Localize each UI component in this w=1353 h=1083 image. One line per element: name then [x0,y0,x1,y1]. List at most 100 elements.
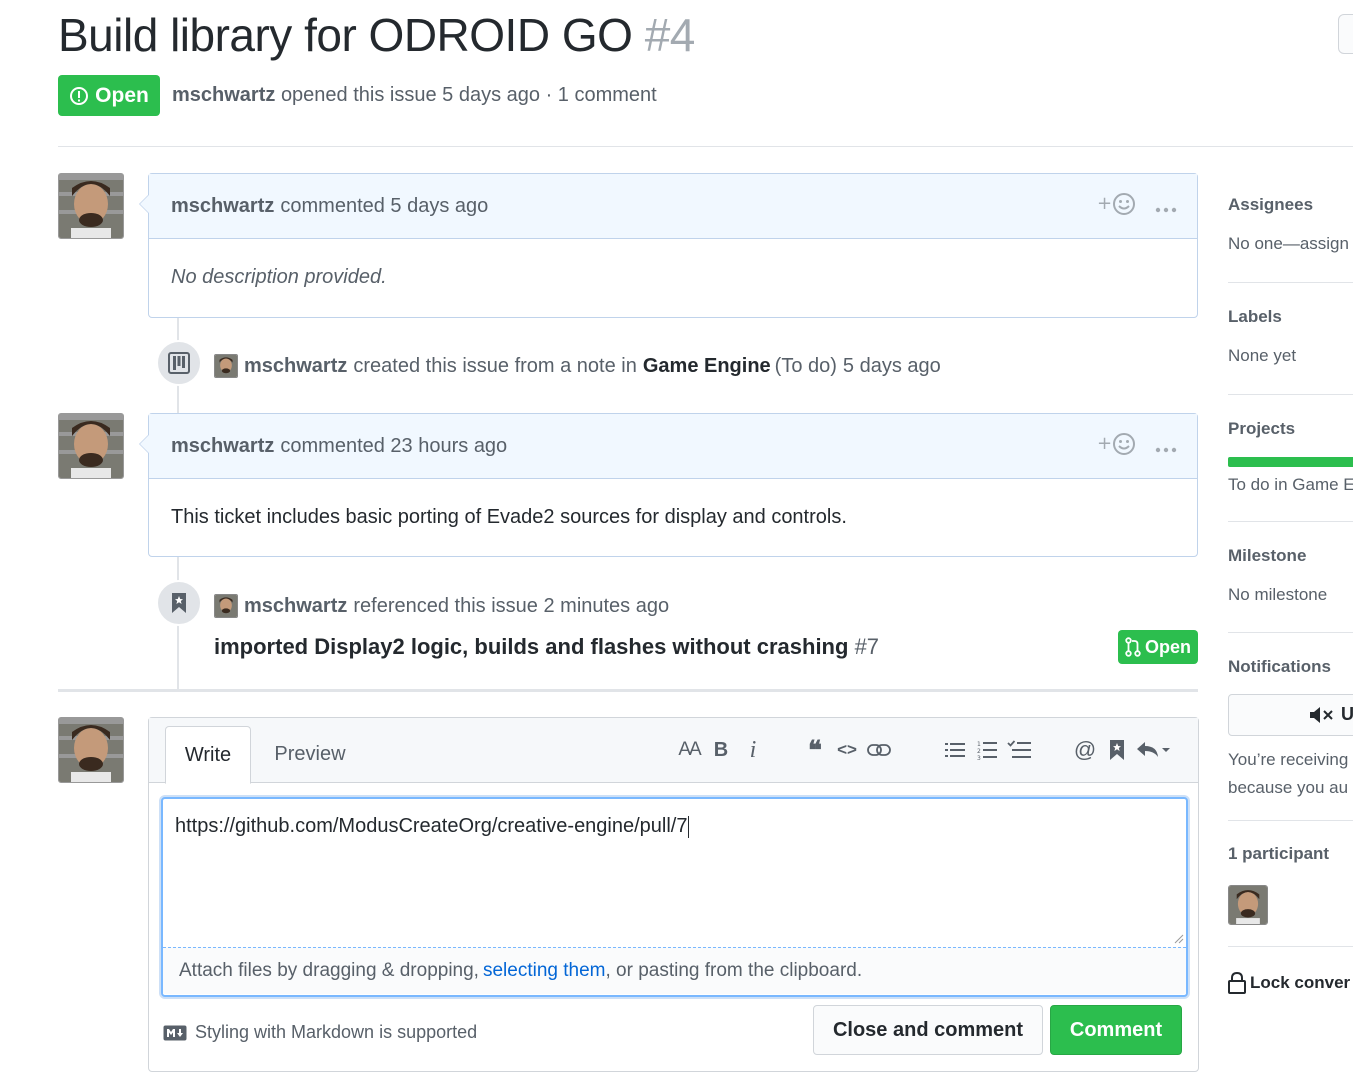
svg-text:1: 1 [977,741,981,748]
header-icon: AA [678,739,701,760]
comment-author[interactable]: mschwartz [171,195,274,218]
comment-meta[interactable]: commented 23 hours ago [280,435,507,458]
more-options-icon[interactable] [1155,436,1177,459]
mention-button[interactable]: @ [1069,734,1101,766]
project-link[interactable]: Game Engine [643,355,771,378]
quote-icon: ❝ [808,734,822,765]
event-user[interactable]: mschwartz [244,595,347,618]
select-files-link[interactable]: selecting them [483,960,606,982]
code-icon: <> [837,740,857,759]
issue-title: Build library for ODROID GO [58,9,633,61]
sidebar-divider [1228,632,1353,633]
reference-button[interactable] [1101,734,1133,766]
ordered-list-icon: 123 [977,741,997,760]
sidebar-participants: 1 participant [1228,844,1353,864]
avatar[interactable] [58,173,124,239]
link-icon [867,744,891,756]
lock-conversation-label: Lock conver [1250,973,1351,992]
comment-author[interactable]: mschwartz [171,435,274,458]
comment-button[interactable]: Comment [1050,1005,1182,1055]
add-reaction-icon[interactable]: + [1097,432,1137,462]
sidebar-labels: Labels None yet [1228,307,1353,366]
bold-button[interactable]: B [705,734,737,766]
markdown-note-text[interactable]: Styling with Markdown is supported [195,1022,477,1043]
issue-state-badge: Open [58,75,160,116]
text-style-toolbar: AA B i [673,732,769,768]
close-and-comment-button[interactable]: Close and comment [813,1005,1043,1055]
timeline-badge [156,340,202,386]
lock-conversation-link[interactable]: Lock conver [1228,972,1353,994]
notifications-title: Notifications [1228,657,1331,676]
add-reaction-icon[interactable]: + [1097,192,1137,222]
comment-header: mschwartz commented 23 hours ago + [139,414,1197,479]
attach-prefix: Attach files by dragging & dropping, [179,960,479,981]
code-button[interactable]: <> [831,734,863,766]
quote-button[interactable]: ❝ [799,734,831,766]
markdown-note: Styling with Markdown is supported [163,1022,477,1043]
misc-toolbar: @ [1069,732,1173,768]
page-title: Build library for ODROID GO #4 [58,8,695,62]
assignees-title[interactable]: Assignees [1228,195,1353,215]
pull-request-icon [1125,637,1141,657]
attach-suffix: , or pasting from the clipboard. [605,960,863,981]
header-action-button[interactable] [1338,14,1353,54]
pr-title-link[interactable]: imported Display2 logic, builds and flas… [214,634,848,659]
participant-avatar[interactable] [1228,885,1268,925]
milestone-value: No milestone [1228,585,1328,604]
avatar[interactable] [58,413,124,479]
participants-title: 1 participant [1228,844,1330,863]
notification-reason: You’re receiving because you au [1228,746,1353,802]
saved-replies-button[interactable] [1133,734,1173,766]
pr-number[interactable]: #7 [855,634,879,659]
unsubscribe-button[interactable]: U [1228,694,1353,736]
insert-toolbar: ❝ <> [799,732,895,768]
tab-write[interactable]: Write [165,726,251,784]
comment-meta[interactable]: commented 5 days ago [280,195,488,218]
event-time[interactable]: 5 days ago [843,355,941,378]
unsubscribe-label: U [1341,704,1353,724]
event-user[interactable]: mschwartz [244,355,347,378]
sidebar-projects: Projects To do in Game E [1228,419,1353,495]
unordered-list-button[interactable] [939,734,971,766]
mention-icon: @ [1073,737,1097,762]
comment-body: No description provided. [171,265,387,288]
comment-body: This ticket includes basic porting of Ev… [171,505,847,528]
comment-header: mschwartz commented 5 days ago + [139,174,1197,239]
sidebar-divider [1228,394,1353,395]
avatar[interactable] [214,354,238,378]
milestone-title[interactable]: Milestone [1228,546,1353,566]
task-list-icon [1007,740,1031,758]
svg-text:+: + [1097,193,1112,214]
more-options-icon[interactable] [1155,196,1177,219]
task-list-button[interactable] [1003,734,1035,766]
avatar[interactable] [58,717,124,783]
project-value[interactable]: To do in Game E [1228,475,1353,495]
pr-state-badge: Open [1118,630,1198,664]
labels-title[interactable]: Labels [1228,307,1353,327]
ordered-list-button[interactable]: 123 [971,734,1003,766]
bookmark-icon [172,593,186,613]
sidebar-divider [1228,282,1353,283]
pr-state-label: Open [1144,636,1191,657]
bookmark-icon [1110,740,1124,760]
resize-handle-icon[interactable] [1174,934,1184,944]
comment-textarea[interactable]: https://github.com/ModusCreateOrg/creati… [161,797,1188,997]
unordered-list-icon [945,743,965,757]
comment-input-value: https://github.com/ModusCreateOrg/creati… [175,815,688,837]
header-text-button[interactable]: AA [673,734,705,766]
projects-title[interactable]: Projects [1228,419,1353,439]
issue-state-label: Open [95,83,149,107]
tab-preview[interactable]: Preview [261,726,359,782]
comment-editor: Write Preview AA B i ❝ <> 123 @ https://… [148,717,1199,1072]
project-column: (To do) [774,354,837,377]
event-text: created this issue from a note in [353,354,637,377]
issue-author-link[interactable]: mschwartz [172,84,275,106]
comment-box: mschwartz commented 23 hours ago + This … [139,413,1198,557]
project-event: mschwartz created this issue from a note… [214,354,941,378]
labels-value: None yet [1228,346,1297,365]
italic-button[interactable]: i [737,734,769,766]
link-button[interactable] [863,734,895,766]
markdown-icon [163,1025,187,1040]
avatar[interactable] [214,594,238,618]
assignees-value[interactable]: No one—assign [1228,234,1353,254]
